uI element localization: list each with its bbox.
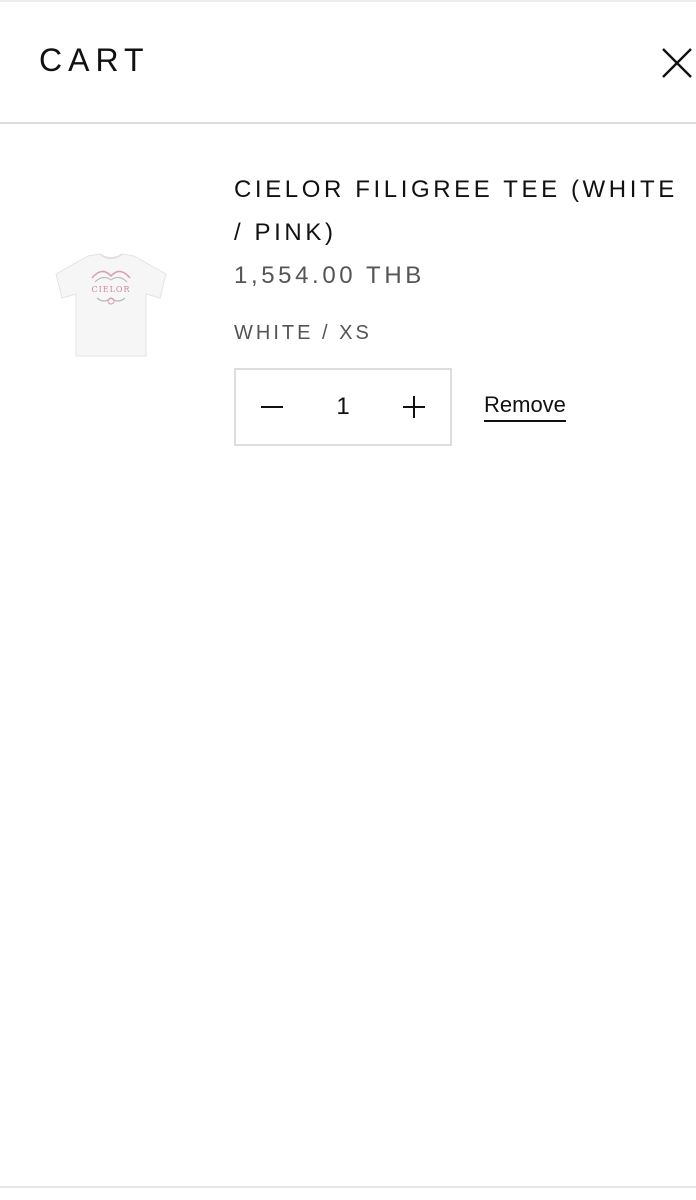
minus-icon [261, 406, 283, 408]
close-icon [662, 48, 692, 78]
tshirt-image: CIELOR [55, 253, 167, 357]
tshirt-brand-text: CIELOR [91, 285, 130, 294]
bottom-border [0, 1186, 696, 1188]
increase-quantity-button[interactable] [378, 370, 450, 444]
quantity-stepper: 1 [234, 368, 452, 446]
product-image[interactable]: CIELOR [50, 252, 172, 358]
product-name[interactable]: CIELOR FILIGREE TEE (WHITE / PINK) [234, 168, 684, 254]
plus-icon [403, 396, 425, 418]
product-variant: WHITE / XS [234, 322, 372, 344]
cart-title: CART [39, 42, 150, 78]
quantity-value[interactable]: 1 [308, 370, 378, 444]
close-button[interactable] [660, 46, 694, 80]
decrease-quantity-button[interactable] [236, 370, 308, 444]
remove-item-link[interactable]: Remove [484, 392, 566, 422]
product-price: 1,554.00 THB [234, 262, 425, 289]
cart-header: CART [0, 2, 696, 124]
